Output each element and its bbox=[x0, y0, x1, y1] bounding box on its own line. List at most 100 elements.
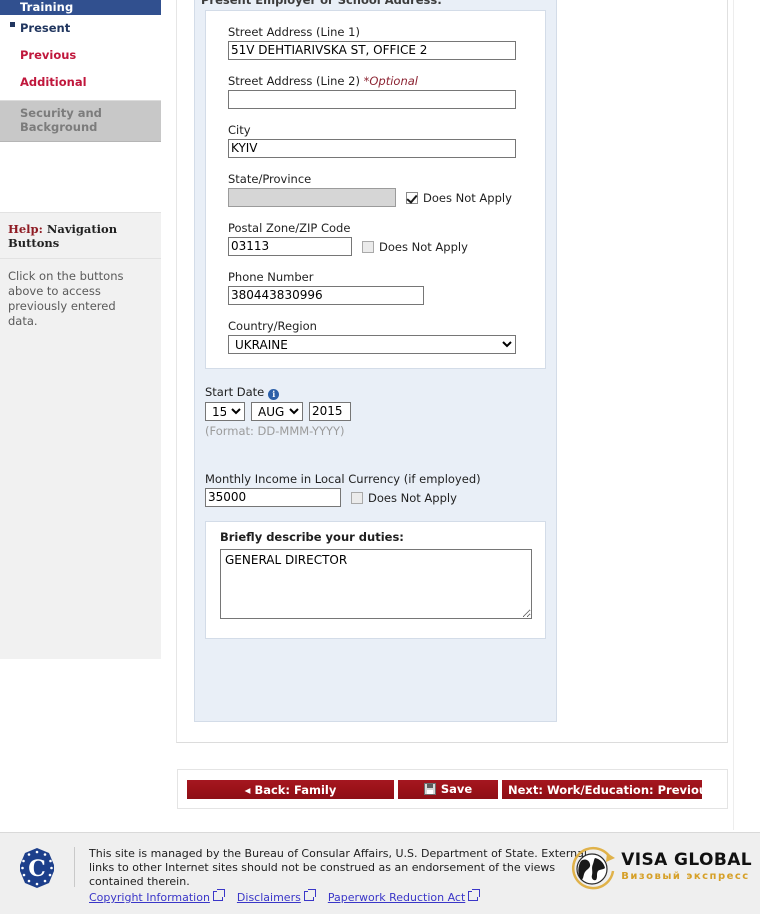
page-root: Training Present Previous Additional Sec… bbox=[0, 0, 760, 914]
visa-logo-text: VISA GLOBAL Визовый экспресс bbox=[621, 852, 752, 886]
field-city: City bbox=[228, 123, 545, 158]
field-label: City bbox=[228, 123, 251, 137]
save-button[interactable]: Save bbox=[398, 779, 498, 799]
field-label: Street Address (Line 2) *Optional bbox=[228, 74, 545, 88]
department-of-state-seal-icon: C bbox=[16, 847, 58, 889]
external-link-icon bbox=[468, 889, 481, 901]
phone-number-input[interactable] bbox=[228, 286, 424, 305]
page-footer: C This site is managed by the Bureau of … bbox=[0, 832, 760, 914]
field-state-province: State/Province Does Not Apply bbox=[228, 172, 545, 207]
visa-global-logo: VISA GLOBAL Визовый экспресс bbox=[567, 843, 752, 895]
help-title: Help: Navigation Buttons bbox=[0, 213, 161, 259]
start-date-row: 15 AUG bbox=[205, 402, 556, 421]
employment-details-block: Start Datei 15 AUG (Format: DD-MMM-YYYY) bbox=[195, 369, 556, 507]
start-date-day-select[interactable]: 15 bbox=[205, 402, 245, 421]
next-button-label: Next: Work/Education: Previous bbox=[508, 782, 702, 797]
help-box: Help: Navigation Buttons Click on the bu… bbox=[0, 212, 161, 659]
link-paperwork-reduction-act[interactable]: Paperwork Reduction Act bbox=[327, 889, 481, 905]
form-card: Present Employer or School Address: Stre… bbox=[176, 0, 728, 743]
field-label-text: Start Date bbox=[205, 385, 265, 399]
start-date-month-select[interactable]: AUG bbox=[251, 402, 303, 421]
field-country-region: Country/Region UKRAINE bbox=[228, 319, 545, 354]
field-monthly-income: Monthly Income in Local Currency (if emp… bbox=[205, 472, 556, 507]
back-button-label: Back: Family bbox=[254, 782, 337, 797]
external-link-icon bbox=[212, 889, 225, 901]
postal-row: Does Not Apply bbox=[228, 237, 545, 256]
field-label-text: Street Address (Line 2) bbox=[228, 74, 360, 88]
footer-text-block: This site is managed by the Bureau of Co… bbox=[89, 847, 589, 905]
state-province-input bbox=[228, 188, 396, 207]
help-title-highlight: Help: bbox=[8, 222, 43, 236]
field-phone-number: Phone Number bbox=[228, 270, 545, 305]
field-street-address-2: Street Address (Line 2) *Optional bbox=[228, 74, 545, 109]
floppy-disk-icon bbox=[423, 783, 436, 795]
next-button[interactable]: Next: Work/Education: Previous ▸ bbox=[502, 779, 702, 799]
back-arrow-icon: ◂ bbox=[244, 782, 251, 797]
sidebar-item-label: Previous bbox=[20, 48, 77, 62]
checkbox-unchecked-icon[interactable] bbox=[351, 491, 363, 504]
bullet-icon bbox=[10, 22, 15, 27]
income-does-not-apply[interactable]: Does Not Apply bbox=[351, 491, 457, 505]
external-link-icon bbox=[303, 889, 316, 901]
postal-does-not-apply[interactable]: Does Not Apply bbox=[362, 240, 468, 254]
link-disclaimers[interactable]: Disclaimers bbox=[236, 889, 316, 905]
sidebar-item-additional[interactable]: Additional bbox=[0, 69, 161, 96]
link-label: Copyright Information bbox=[89, 891, 210, 904]
field-label: State/Province bbox=[228, 172, 312, 186]
help-body-text: Click on the buttons above to access pre… bbox=[8, 269, 124, 328]
link-label: Paperwork Reduction Act bbox=[327, 891, 466, 904]
svg-text:C: C bbox=[28, 856, 46, 882]
save-button-label: Save bbox=[440, 781, 473, 796]
section-title: Present Employer or School Address: bbox=[201, 0, 442, 7]
visa-logo-sub-text: Визовый экспресс bbox=[621, 871, 750, 882]
link-label: Disclaimers bbox=[236, 891, 301, 904]
link-copyright-information[interactable]: Copyright Information bbox=[89, 889, 225, 905]
sidebar-item-security-and-background: Security and Background bbox=[0, 100, 161, 142]
checkbox-checked-icon[interactable] bbox=[406, 191, 418, 204]
employer-address-panel: Present Employer or School Address: Stre… bbox=[194, 0, 557, 722]
field-label: Street Address (Line 1) bbox=[228, 25, 360, 39]
main-form-column: Present Employer or School Address: Stre… bbox=[176, 0, 731, 750]
postal-code-input[interactable] bbox=[228, 237, 352, 256]
sidebar-active-tab-training[interactable]: Training bbox=[0, 0, 161, 15]
field-label: Monthly Income in Local Currency (if emp… bbox=[205, 472, 481, 486]
checkbox-label: Does Not Apply bbox=[379, 239, 468, 254]
field-label: Phone Number bbox=[228, 270, 314, 284]
sidebar-item-label: Present bbox=[20, 21, 71, 35]
info-icon[interactable]: i bbox=[268, 389, 280, 400]
field-label: Postal Zone/ZIP Code bbox=[228, 221, 351, 235]
sidebar: Training Present Previous Additional Sec… bbox=[0, 0, 161, 830]
field-postal-code: Postal Zone/ZIP Code Does Not Apply bbox=[228, 221, 545, 256]
checkbox-unchecked-icon[interactable] bbox=[362, 240, 374, 253]
footer-links: Copyright Information Disclaimers Paperw… bbox=[89, 889, 589, 905]
checkbox-label: Does Not Apply bbox=[368, 490, 457, 505]
field-label: Start Date i bbox=[205, 385, 556, 400]
field-street-address-1: Street Address (Line 1) bbox=[228, 25, 545, 60]
footer-divider bbox=[74, 847, 75, 887]
duties-textarea[interactable] bbox=[220, 549, 532, 619]
optional-tag: *Optional bbox=[363, 74, 418, 88]
income-row: Does Not Apply bbox=[205, 488, 556, 507]
field-label: Country/Region bbox=[228, 319, 317, 333]
globe-icon bbox=[567, 843, 619, 895]
field-start-date: Start Datei 15 AUG (Format: DD-MMM-YYYY) bbox=[205, 385, 556, 438]
city-input[interactable] bbox=[228, 139, 516, 158]
monthly-income-input[interactable] bbox=[205, 488, 341, 507]
sidebar-item-label: Security and Background bbox=[20, 106, 102, 134]
sidebar-item-previous[interactable]: Previous bbox=[0, 42, 161, 69]
country-region-select[interactable]: UKRAINE bbox=[228, 335, 516, 354]
footer-inner: C This site is managed by the Bureau of … bbox=[0, 833, 760, 914]
navigation-button-bar: ◂ Back: Family Save Next: Work/Education… bbox=[177, 769, 728, 809]
duties-label: Briefly describe your duties: bbox=[220, 530, 404, 544]
back-button[interactable]: ◂ Back: Family bbox=[187, 779, 394, 799]
sidebar-item-present[interactable]: Present bbox=[0, 15, 161, 42]
street-address-2-input[interactable] bbox=[228, 90, 516, 109]
street-address-1-input[interactable] bbox=[228, 41, 516, 60]
state-row: Does Not Apply bbox=[228, 188, 545, 207]
checkbox-label: Does Not Apply bbox=[423, 190, 512, 205]
visa-logo-main-text: VISA GLOBAL bbox=[621, 850, 752, 870]
start-date-year-input[interactable] bbox=[309, 402, 351, 421]
state-does-not-apply[interactable]: Does Not Apply bbox=[406, 191, 512, 205]
duties-subpanel: Briefly describe your duties: bbox=[205, 521, 546, 639]
date-format-hint: (Format: DD-MMM-YYYY) bbox=[205, 424, 345, 438]
